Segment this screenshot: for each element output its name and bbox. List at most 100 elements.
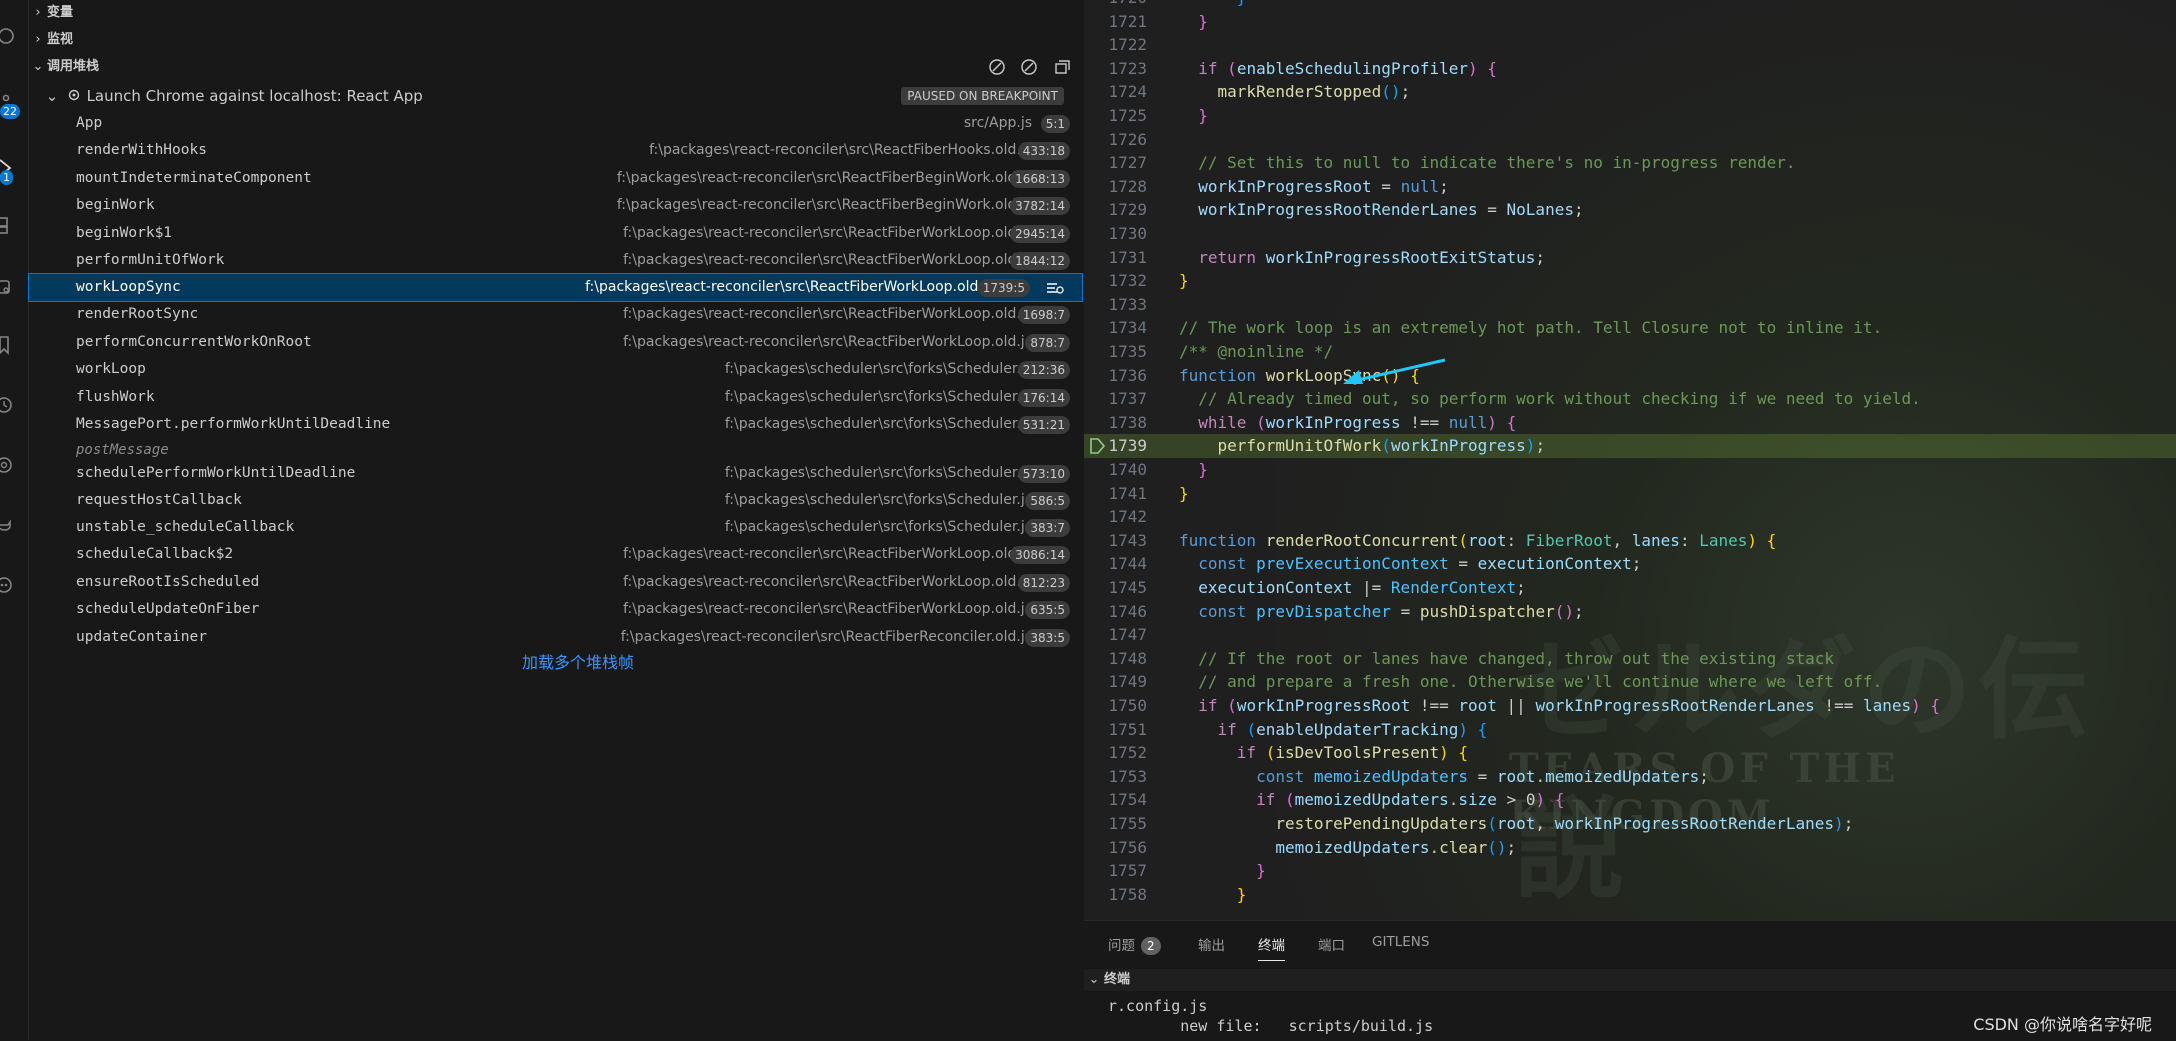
code-line[interactable]: 1740 } <box>1084 458 2176 482</box>
timeline-icon[interactable] <box>0 385 28 425</box>
code-line[interactable]: 1731 return workInProgressRootExitStatus… <box>1084 246 2176 270</box>
line-code: } <box>1256 861 1266 881</box>
breakpoint-stopped-icon[interactable] <box>1088 437 1106 455</box>
source-control-icon[interactable]: 22 <box>0 82 28 122</box>
collapse-all-icon[interactable] <box>1052 57 1072 77</box>
code-line[interactable]: 1748 // If the root or lanes have change… <box>1084 647 2176 671</box>
code-line[interactable]: 1724 markRenderStopped(); <box>1084 80 2176 104</box>
debug-sidebar: › 变量 › 监视 ⌄ 调用堆栈 ⌄ Launch Chrome against lo… <box>28 0 1083 1040</box>
frame-function-name: MessagePort.performWorkUntilDeadline <box>76 416 391 432</box>
code-editor[interactable]: ゼルダの伝説 TEARS OF THE KINGDOM 1720 }1721 }… <box>1084 0 2176 920</box>
callstack-frame[interactable]: performConcurrentWorkOnRoot f:\packages\r… <box>29 329 1082 356</box>
code-line[interactable]: 1736 function workLoopSync() { <box>1084 364 2176 388</box>
callstack-frame[interactable]: mountIndeterminateComponent f:\packages\r… <box>29 165 1082 192</box>
callstack-frame[interactable]: workLoopSync f:\packages\react-reconciler… <box>28 273 1083 302</box>
code-line[interactable]: 1742 <box>1084 505 2176 529</box>
callstack-frame[interactable]: performUnitOfWork f:\packages\react-recon… <box>29 247 1082 274</box>
restart-frame-icon[interactable] <box>1044 278 1064 298</box>
bookmark-icon[interactable] <box>0 325 28 365</box>
terminal-header-title: 终端 <box>1104 972 1131 987</box>
code-line[interactable]: 1757 } <box>1084 859 2176 883</box>
remote-explorer-icon[interactable] <box>0 268 28 308</box>
callstack-frame[interactable]: MessagePort.performWorkUntilDeadline f:\p… <box>29 411 1082 438</box>
line-number: 1731 <box>1108 247 1147 267</box>
code-line[interactable]: 1755 restorePendingUpdaters(root, workIn… <box>1084 812 2176 836</box>
code-line[interactable]: 1734 // The work loop is an extremely hot… <box>1084 316 2176 340</box>
code-line[interactable]: 1726 <box>1084 128 2176 152</box>
debug-session-row[interactable]: ⌄ Launch Chrome against localhost: React… <box>43 83 1078 109</box>
callstack-frame[interactable]: unstable_scheduleCallback f:\packages\sch… <box>29 514 1082 541</box>
panel-tab[interactable]: 输出 <box>1198 934 1225 954</box>
code-line[interactable]: 1743 function renderRootConcurrent(root: … <box>1084 529 2176 553</box>
gitlens-icon[interactable] <box>0 445 28 485</box>
code-line[interactable]: 1758 } <box>1084 883 2176 907</box>
code-line[interactable]: 1728 workInProgressRoot = null; <box>1084 175 2176 199</box>
debug-badge: 1 <box>0 170 13 185</box>
callstack-frame[interactable]: renderWithHooks f:\packages\react-reconci… <box>29 137 1082 164</box>
callstack-frame[interactable]: beginWork f:\packages\react-reconciler\sr… <box>29 192 1082 219</box>
code-line[interactable]: 1737 // Already timed out, so perform wo… <box>1084 387 2176 411</box>
code-line[interactable]: 1735 /** @noinline */ <box>1084 340 2176 364</box>
callstack-frame[interactable]: beginWork$1 f:\packages\react-reconciler\… <box>29 220 1082 247</box>
code-line[interactable]: 1754 if (memoizedUpdaters.size > 0) { <box>1084 788 2176 812</box>
code-line[interactable]: 1723 if (enableSchedulingProfiler) { <box>1084 57 2176 81</box>
frame-line-badge: 531:21 <box>1017 416 1070 434</box>
code-line[interactable]: 1751 if (enableUpdaterTracking) { <box>1084 718 2176 742</box>
remove-breakpoints-icon[interactable] <box>1019 57 1039 77</box>
callstack-label-row[interactable]: postMessage <box>29 440 1082 460</box>
line-number: 1726 <box>1108 129 1147 149</box>
code-line[interactable]: 1752 if (isDevToolsPresent) { <box>1084 741 2176 765</box>
code-line[interactable]: 1745 executionContext |= RenderContext; <box>1084 576 2176 600</box>
variables-section[interactable]: › 变量 <box>29 0 73 26</box>
frame-source-path: f:\packages\react-reconciler\src\ReactFi… <box>623 225 1032 241</box>
copilot-icon[interactable] <box>0 565 28 605</box>
code-line[interactable]: 1730 <box>1084 222 2176 246</box>
code-line[interactable]: 1732} <box>1084 269 2176 293</box>
run-debug-icon[interactable]: 1 <box>0 148 28 188</box>
callstack-section[interactable]: ⌄ 调用堆栈 <box>29 54 1082 80</box>
code-line[interactable]: 1744 const prevExecutionContext = execut… <box>1084 552 2176 576</box>
code-line[interactable]: 1750 if (workInProgressRoot !== root || … <box>1084 694 2176 718</box>
frame-function-name: App <box>76 115 103 131</box>
code-line[interactable]: 1721 } <box>1084 10 2176 34</box>
code-line[interactable]: 1749 // and prepare a fresh one. Otherwi… <box>1084 670 2176 694</box>
callstack-frame[interactable]: scheduleUpdateOnFiber f:\packages\react-r… <box>29 596 1082 623</box>
callstack-frame[interactable]: updateContainer f:\packages\react-reconci… <box>29 624 1082 651</box>
callstack-frame[interactable]: workLoop f:\packages\scheduler\src\forks\… <box>29 356 1082 383</box>
callstack-frame[interactable]: requestHostCallback f:\packages\scheduler… <box>29 487 1082 514</box>
line-number: 1746 <box>1108 601 1147 621</box>
extensions-icon[interactable] <box>0 205 28 245</box>
terminal-section-header[interactable]: ⌄ 终端 <box>1084 969 2176 991</box>
callstack-frame[interactable]: schedulePerformWorkUntilDeadline f:\packa… <box>29 460 1082 487</box>
line-number: 1757 <box>1108 861 1147 881</box>
code-line[interactable]: 1741} <box>1084 482 2176 506</box>
panel-tab[interactable]: GITLENS <box>1372 934 1429 950</box>
current-execution-line[interactable]: 1739 performUnitOfWork(workInProgress); <box>1084 434 2176 458</box>
panel-tab[interactable]: 问题 2 <box>1108 934 1161 955</box>
callstack-frame[interactable]: scheduleCallback$2 f:\packages\react-reco… <box>29 541 1082 568</box>
code-line[interactable]: 1722 <box>1084 33 2176 57</box>
explorer-icon[interactable] <box>0 16 28 56</box>
docker-icon[interactable] <box>0 505 28 545</box>
toggle-breakpoints-icon[interactable] <box>987 57 1007 77</box>
code-line[interactable]: 1753 const memoizedUpdaters = root.memoi… <box>1084 765 2176 789</box>
callstack-frame[interactable]: flushWork f:\packages\scheduler\src\forks… <box>29 384 1082 411</box>
code-line[interactable]: 1756 memoizedUpdaters.clear(); <box>1084 836 2176 860</box>
callstack-frame[interactable]: ensureRootIsScheduled f:\packages\react-r… <box>29 569 1082 596</box>
code-line[interactable]: 1747 <box>1084 623 2176 647</box>
load-more-frames-link[interactable]: 加载多个堆栈帧 <box>522 649 634 673</box>
callstack-frame[interactable]: renderRootSync f:\packages\react-reconcil… <box>29 301 1082 328</box>
line-number: 1728 <box>1108 176 1147 196</box>
code-line[interactable]: 1733 <box>1084 293 2176 317</box>
code-line[interactable]: 1738 while (workInProgress !== null) { <box>1084 411 2176 435</box>
code-line[interactable]: 1720 } <box>1084 0 2176 10</box>
panel-tab[interactable]: 终端 <box>1258 934 1285 961</box>
code-line[interactable]: 1727 // Set this to null to indicate the… <box>1084 151 2176 175</box>
frame-source-path: f:\packages\react-reconciler\src\ReactFi… <box>623 546 1032 562</box>
code-line[interactable]: 1729 workInProgressRootRenderLanes = NoL… <box>1084 198 2176 222</box>
code-line[interactable]: 1746 const prevDispatcher = pushDispatch… <box>1084 600 2176 624</box>
watch-section[interactable]: › 监视 <box>29 27 73 53</box>
callstack-frame[interactable]: App src/App.js 5:1 <box>29 110 1082 137</box>
panel-tab[interactable]: 端口 <box>1318 934 1345 954</box>
code-line[interactable]: 1725 } <box>1084 104 2176 128</box>
